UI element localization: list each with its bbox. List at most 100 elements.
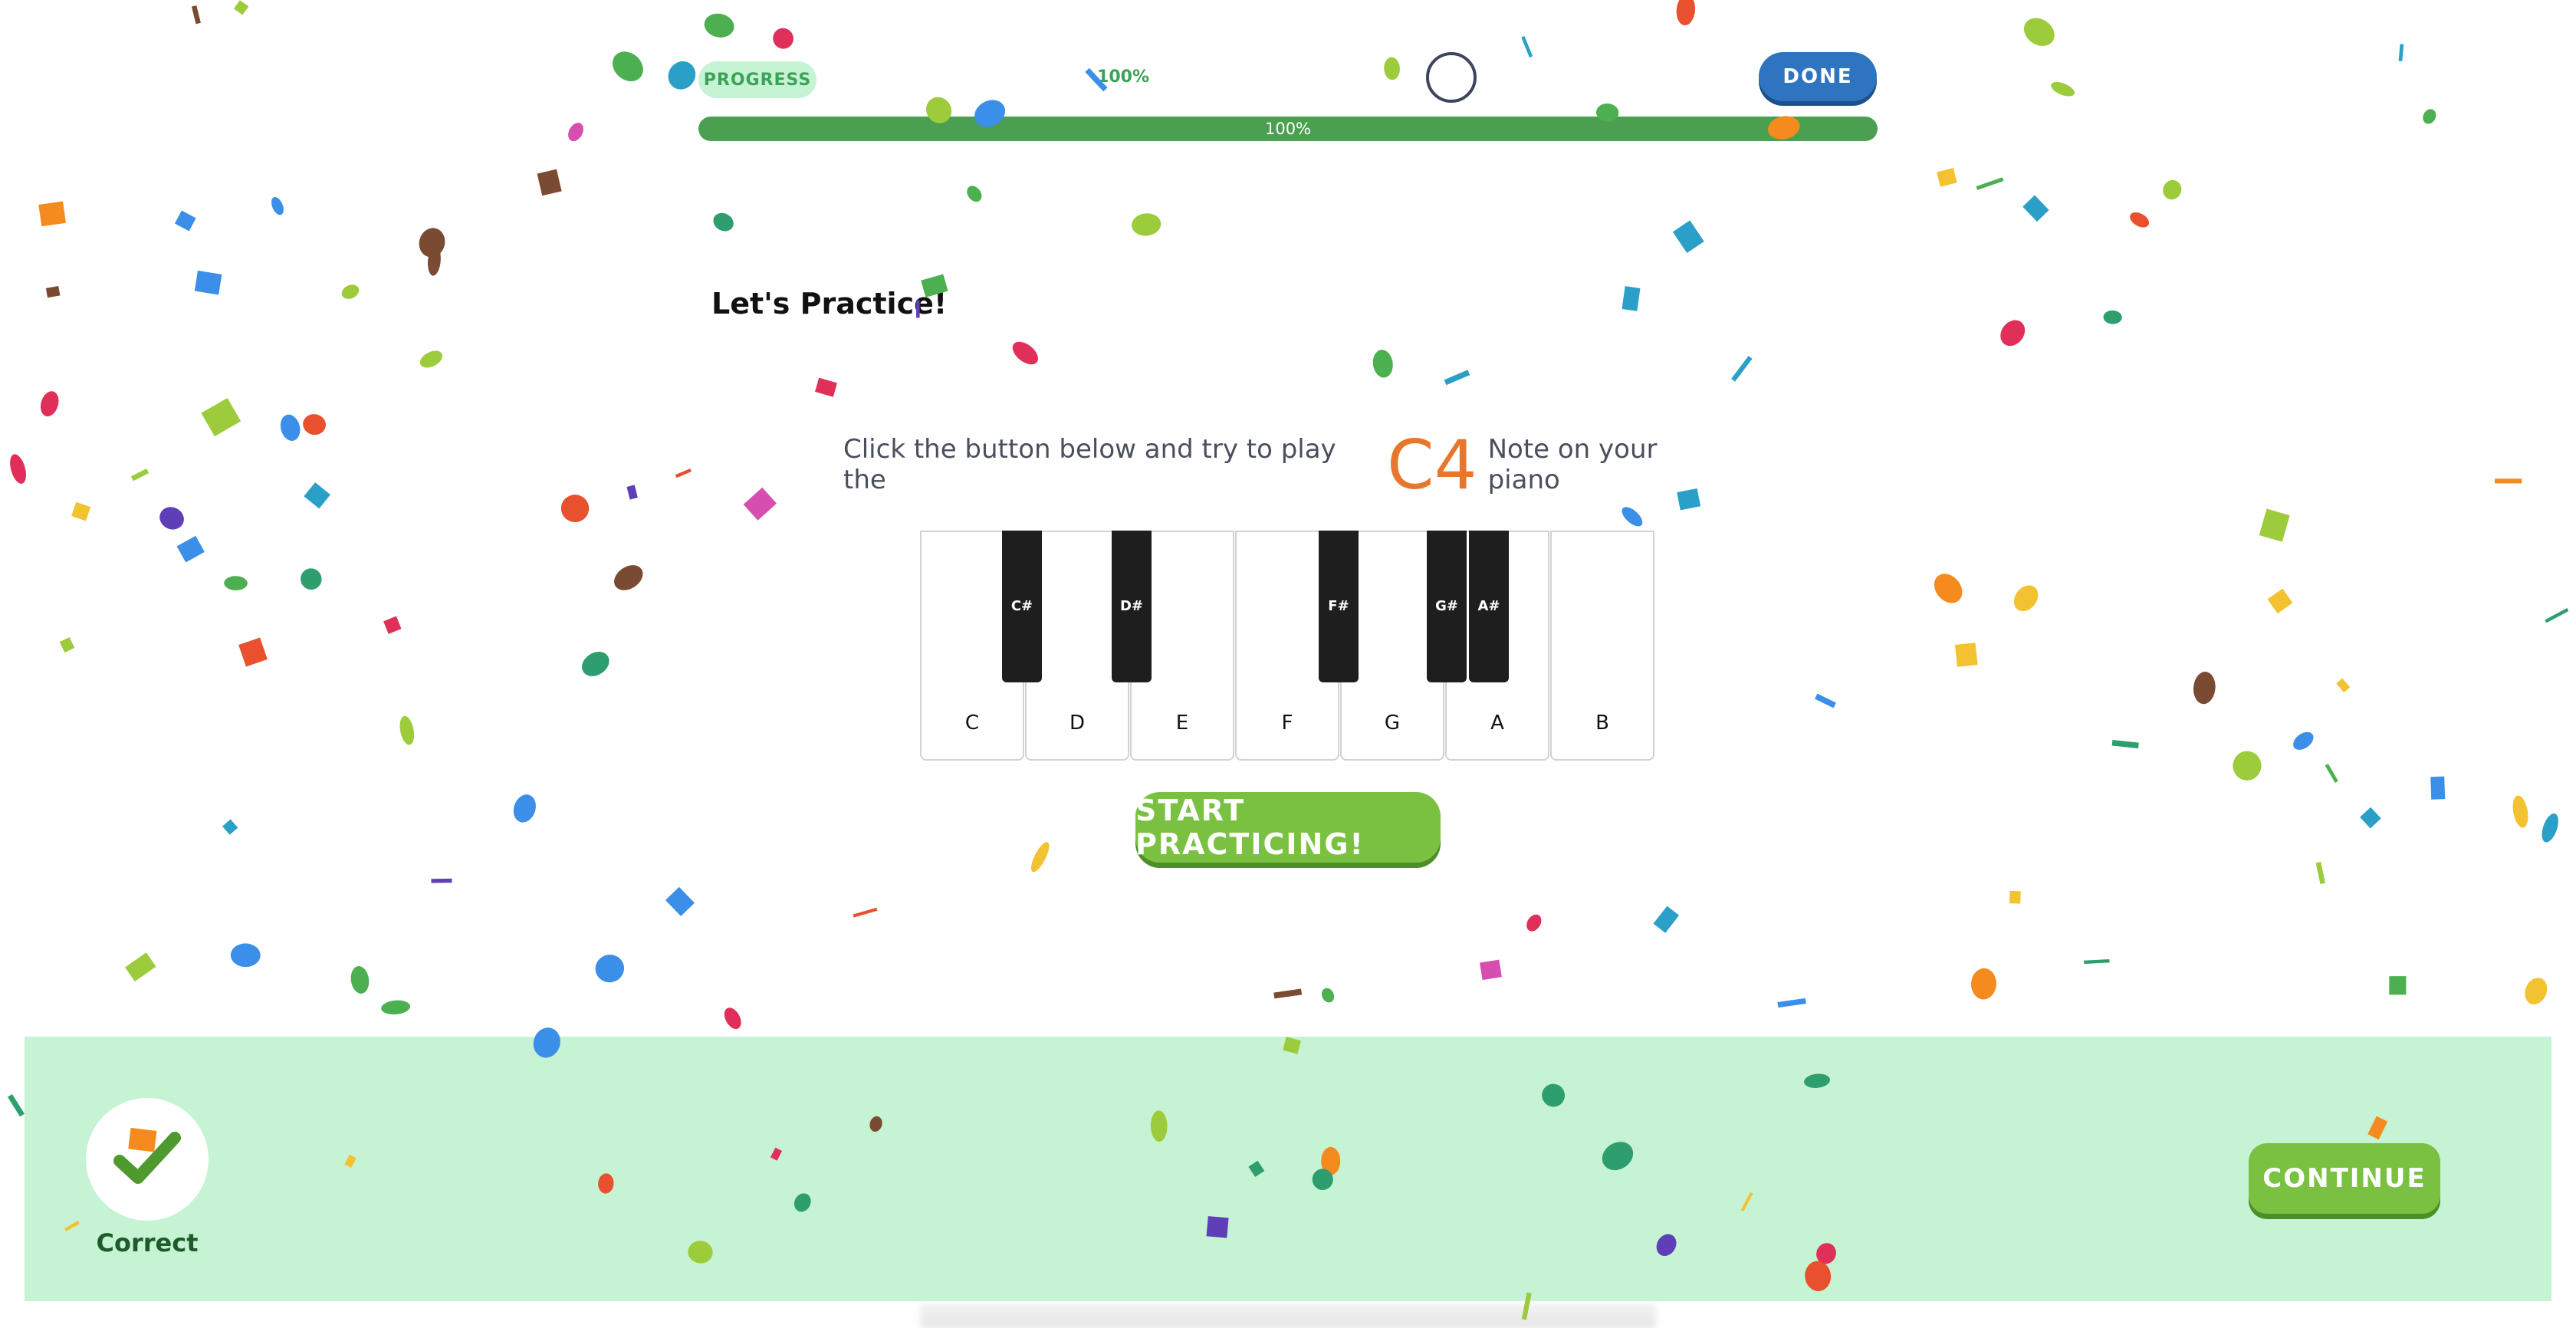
confetti-piece [1672, 220, 1704, 254]
confetti-piece [419, 228, 445, 258]
confetti-piece [2325, 763, 2338, 784]
confetti-piece [773, 28, 794, 49]
key-label: G# [1435, 598, 1458, 614]
confetti-piece [59, 636, 75, 653]
key-label: G [1384, 712, 1401, 735]
confetti-piece [668, 61, 696, 90]
confetti-piece [1526, 914, 1542, 932]
piano-key-b[interactable]: B [1550, 531, 1654, 761]
confetti-piece [2495, 478, 2522, 484]
confetti-piece [2193, 672, 2216, 705]
confetti-piece [665, 886, 695, 916]
confetti-piece [381, 1000, 410, 1015]
confetti-piece [1937, 168, 1957, 187]
piano-key-d-sharp[interactable]: D# [1112, 531, 1152, 682]
confetti-piece [38, 201, 66, 227]
confetti-piece [537, 169, 562, 196]
confetti-piece [1777, 998, 1806, 1008]
confetti-piece [2525, 978, 2548, 1004]
confetti-piece [2051, 82, 2075, 97]
piano-keyboard: C D E F G A B C# D# F# G# A# [920, 531, 1656, 761]
confetti-piece [713, 212, 734, 232]
confetti-piece [2293, 731, 2314, 750]
confetti-piece [2130, 212, 2150, 228]
progress-bar-label: 100% [1264, 120, 1312, 138]
target-note: C4 [1387, 425, 1477, 505]
continue-button[interactable]: CONTINUE [2249, 1143, 2440, 1214]
confetti-piece [399, 715, 415, 745]
progress-pill: PROGRESS [698, 61, 816, 98]
instruction-line: Click the button below and try to play t… [843, 425, 1733, 505]
confetti-piece [176, 535, 205, 563]
confetti-piece [2233, 751, 2262, 781]
bottom-shadow [920, 1303, 1656, 1328]
key-label: A [1490, 712, 1504, 735]
confetti-piece [595, 955, 625, 983]
confetti-piece [2022, 195, 2049, 222]
instruction-text-before: Click the button below and try to play t… [843, 434, 1336, 495]
confetti-piece [230, 943, 261, 968]
confetti-piece [383, 616, 402, 634]
confetti-piece [2512, 795, 2528, 828]
confetti-piece [853, 907, 878, 918]
confetti-piece [675, 468, 692, 478]
progress-bar: 100% [698, 117, 1878, 141]
confetti-piece [614, 565, 643, 590]
key-label: C# [1010, 598, 1033, 614]
confetti-piece [1976, 177, 2004, 190]
confetti-piece [1132, 213, 1162, 236]
key-label: B [1595, 712, 1609, 735]
confetti-piece [2542, 813, 2558, 843]
confetti-piece [174, 210, 196, 232]
feedback-status: Correct [96, 1228, 199, 1257]
confetti-piece [71, 501, 91, 521]
confetti-piece [2259, 508, 2290, 542]
piano-key-a-sharp[interactable]: A# [1469, 531, 1509, 682]
confetti-piece [2430, 776, 2446, 800]
confetti-piece [201, 397, 242, 437]
confetti-piece [1273, 988, 1303, 999]
confetti-piece [2398, 44, 2404, 61]
confetti-piece [2009, 890, 2021, 904]
key-label: A# [1477, 598, 1500, 614]
confetti-piece [2336, 678, 2351, 693]
confetti-piece [2084, 958, 2110, 965]
confetti-piece [582, 652, 610, 676]
confetti-piece [341, 284, 360, 299]
confetti-piece [1815, 693, 1836, 708]
confetti-piece [1622, 507, 1643, 527]
instruction-text-after: Note on your piano [1487, 434, 1658, 495]
confetti-piece [191, 5, 201, 25]
confetti-piece [815, 377, 838, 397]
confetti-piece [194, 270, 222, 295]
confetti-piece [1480, 959, 1502, 981]
confetti-piece [238, 637, 268, 667]
confetti-piece [1321, 988, 1335, 1003]
confetti-piece [125, 952, 156, 982]
piano-key-c-sharp[interactable]: C# [1002, 531, 1042, 682]
confetti-piece [1934, 574, 1963, 603]
checkmark-icon [113, 1132, 181, 1184]
confetti-piece [704, 13, 734, 38]
confetti-piece [7, 1094, 25, 1117]
confetti-piece [743, 487, 777, 521]
confetti-piece [2000, 320, 2026, 347]
confetti-piece [271, 196, 284, 215]
confetti-piece [513, 794, 536, 823]
page-title: Let's Practice! [711, 287, 948, 320]
confetti-piece [2389, 976, 2407, 995]
confetti-piece [1012, 341, 1039, 365]
confetti-piece [2267, 588, 2293, 614]
confetti-piece [303, 414, 326, 436]
confetti-piece [1384, 57, 1400, 81]
piano-key-f-sharp[interactable]: F# [1319, 531, 1359, 682]
progress-percent: 100% [1097, 67, 1149, 87]
key-label: F# [1328, 598, 1349, 614]
feedback-bar: Correct CONTINUE [25, 1037, 2551, 1301]
confetti-piece [1622, 286, 1641, 311]
piano-key-g-sharp[interactable]: G# [1427, 531, 1467, 682]
correct-badge [86, 1098, 209, 1221]
done-button[interactable]: DONE [1759, 52, 1877, 101]
start-practicing-button[interactable]: START PRACTICING! [1135, 792, 1441, 863]
confetti-piece [159, 507, 184, 530]
